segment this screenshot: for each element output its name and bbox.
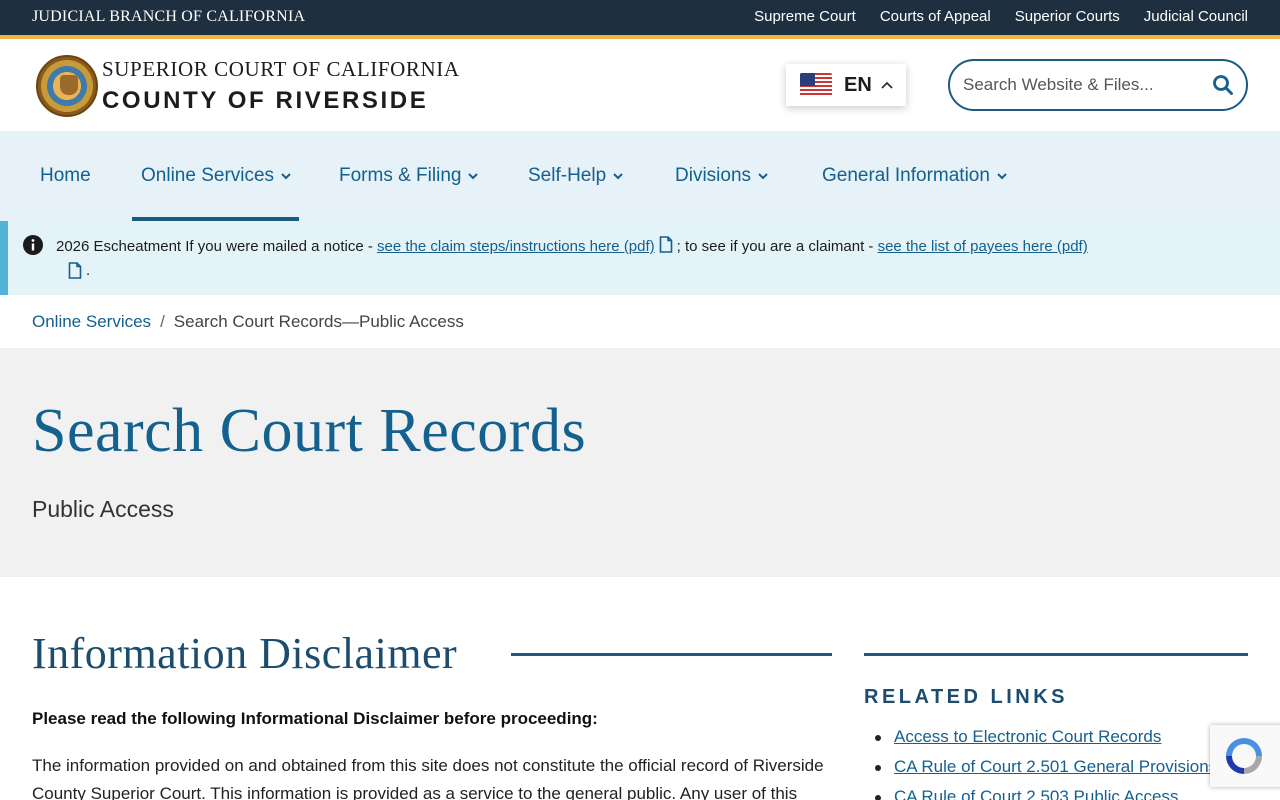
page-hero: Search Court Records Public Access	[0, 348, 1280, 577]
court-seal-logo[interactable]	[36, 55, 98, 117]
sidebar-rule	[864, 653, 1248, 656]
related-link-electronic-records[interactable]: Access to Electronic Court Records	[874, 725, 1217, 755]
site-header: SUPERIOR COURT OF CALIFORNIA COUNTY OF R…	[0, 39, 1280, 131]
top-link-supreme-court[interactable]: Supreme Court	[754, 8, 856, 25]
info-icon	[23, 235, 43, 255]
search-input[interactable]	[963, 75, 1212, 95]
top-link-courts-of-appeal[interactable]: Courts of Appeal	[880, 8, 991, 25]
nav-label: Forms & Filing	[339, 165, 462, 186]
top-links: Supreme Court Courts of Appeal Superior …	[754, 8, 1248, 25]
breadcrumb-online-services[interactable]: Online Services	[32, 312, 151, 332]
alert-text-line-2: .	[56, 262, 90, 279]
top-link-superior-courts[interactable]: Superior Courts	[1015, 8, 1120, 25]
chevron-down-icon	[468, 173, 479, 180]
nav-item-online-services[interactable]: Online Services	[141, 131, 292, 221]
judicial-branch-bar: JUDICIAL BRANCH OF CALIFORNIA Supreme Co…	[0, 0, 1280, 39]
chevron-down-icon	[613, 173, 623, 180]
related-links-list: Access to Electronic Court Records CA Ru…	[874, 725, 1217, 800]
logo-line-2[interactable]: COUNTY OF RIVERSIDE	[102, 87, 428, 115]
nav-item-divisions[interactable]: Divisions	[675, 131, 769, 221]
nav-label: Divisions	[675, 165, 752, 186]
disclaimer-lead: Please read the following Informational …	[32, 709, 598, 728]
nav-item-general-information[interactable]: General Information	[822, 131, 1008, 221]
alert-text-1: If you were mailed a notice -	[185, 238, 373, 255]
nav-label: General Information	[822, 165, 990, 186]
recaptcha-badge[interactable]	[1210, 725, 1280, 787]
alert-text-2: ; to see if you are a claimant -	[676, 238, 874, 255]
nav-item-home[interactable]: Home	[40, 131, 91, 221]
chevron-down-icon	[758, 173, 768, 180]
heading-rule	[511, 653, 832, 656]
nav-item-self-help[interactable]: Self-Help	[528, 131, 624, 221]
alert-title: 2026 Escheatment	[56, 238, 182, 255]
pdf-file-icon	[659, 236, 672, 253]
claim-steps-link[interactable]: see the claim steps/instructions here (p…	[377, 238, 655, 255]
nav-item-forms-filing[interactable]: Forms & Filing	[339, 131, 479, 221]
related-links-heading: RELATED LINKS	[864, 686, 1069, 708]
related-link-rule-2-503[interactable]: CA Rule of Court 2.503 Public Access	[874, 785, 1217, 800]
nav-label: Self-Help	[528, 165, 607, 186]
recaptcha-icon	[1226, 738, 1262, 774]
chevron-down-icon	[997, 173, 1007, 180]
related-link-rule-2-501[interactable]: CA Rule of Court 2.501 General Provision…	[874, 755, 1217, 785]
seal-figure	[60, 75, 78, 95]
top-link-judicial-council[interactable]: Judicial Council	[1144, 8, 1248, 25]
language-selector[interactable]: EN	[786, 64, 906, 106]
pdf-file-icon	[68, 262, 82, 279]
alert-end: .	[86, 262, 91, 279]
page-subtitle: Public Access	[32, 496, 174, 522]
breadcrumb-current: Search Court Records—Public Access	[173, 312, 464, 331]
judicial-branch-label: JUDICIAL BRANCH OF CALIFORNIA	[32, 8, 306, 25]
chevron-up-icon	[881, 81, 893, 89]
escheatment-alert: 2026 Escheatment If you were mailed a no…	[0, 221, 1280, 295]
search-icon[interactable]	[1212, 74, 1234, 96]
chevron-down-icon	[281, 173, 291, 180]
us-flag-icon	[800, 73, 832, 97]
disclaimer-body: The information provided on and obtained…	[32, 756, 824, 800]
nav-label: Home	[40, 165, 91, 186]
logo-line-1[interactable]: SUPERIOR COURT OF CALIFORNIA	[102, 57, 460, 82]
site-search	[948, 59, 1248, 111]
nav-label: Online Services	[141, 165, 275, 186]
disclaimer-heading: Information Disclaimer	[32, 629, 458, 678]
page-title: Search Court Records	[32, 397, 587, 465]
breadcrumb: Online Services / Search Court Records—P…	[32, 312, 464, 332]
breadcrumb-separator: /	[160, 312, 165, 331]
alert-text-line-1: 2026 Escheatment If you were mailed a no…	[56, 236, 1088, 255]
payees-list-link[interactable]: see the list of payees here (pdf)	[878, 238, 1088, 255]
main-nav: Home Online Services Forms & Filing Self…	[0, 131, 1280, 221]
language-code: EN	[844, 73, 872, 96]
